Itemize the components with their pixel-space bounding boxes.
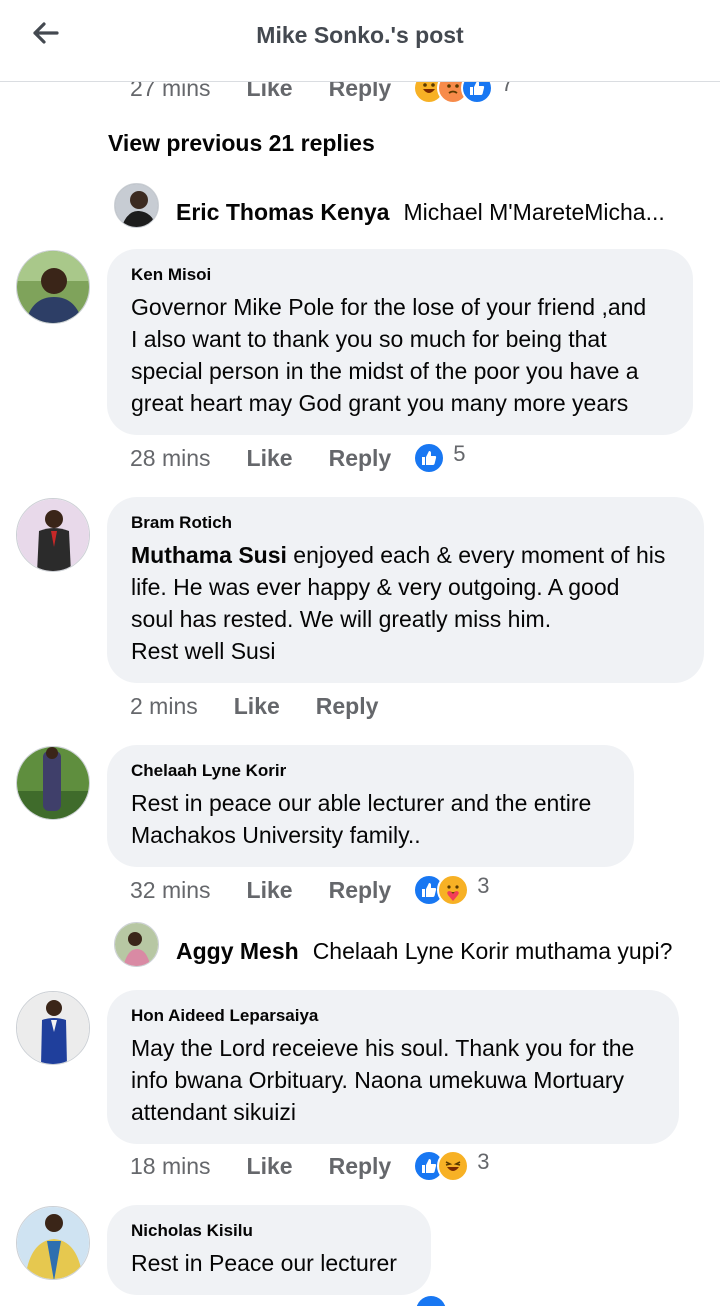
- thumbs-up-icon: [413, 442, 446, 474]
- comment-line: special person in the midst of the poor …: [131, 358, 639, 384]
- comment-line: great heart may God grant you many more …: [131, 390, 629, 416]
- like-button[interactable]: Like: [247, 445, 293, 472]
- like-button[interactable]: Like: [234, 693, 280, 720]
- comment-bubble: Ken Misoi Governor Mike Pole for the los…: [107, 249, 693, 435]
- comment-bubble: Bram Rotich Muthama Susi enjoyed each & …: [107, 497, 704, 683]
- comment-line: Governor Mike Pole for the lose of your …: [131, 294, 647, 320]
- avatar[interactable]: [16, 1206, 90, 1280]
- reaction-count: 3: [477, 873, 490, 898]
- care-emoji-icon: [437, 874, 470, 906]
- haha-emoji-icon: [437, 1150, 470, 1182]
- view-previous-replies-link[interactable]: View previous 21 replies: [108, 130, 375, 157]
- avatar[interactable]: [16, 746, 90, 820]
- comment-text: Muthama Susi enjoyed each & every moment…: [131, 539, 682, 667]
- page-title: Mike Sonko.'s post: [256, 22, 464, 48]
- avatar[interactable]: [16, 991, 90, 1065]
- reply-preview[interactable]: Eric Thomas Kenya Michael M'MareteMicha.…: [114, 189, 665, 235]
- avatar[interactable]: [16, 250, 90, 324]
- reply-author[interactable]: Eric Thomas Kenya: [176, 199, 389, 226]
- like-button[interactable]: Like: [247, 1153, 293, 1180]
- comment-line: I also want to thank you so much for bei…: [131, 326, 607, 352]
- reaction-summary[interactable]: 5: [413, 441, 466, 474]
- reply-author[interactable]: Aggy Mesh: [176, 938, 299, 965]
- mention-link[interactable]: Muthama Susi: [131, 542, 287, 568]
- reply-preview[interactable]: Aggy Mesh Chelaah Lyne Korir muthama yup…: [114, 928, 672, 974]
- comment-meta: 32 mins Like Reply 3: [130, 873, 489, 907]
- comment-time: 18 mins: [130, 1152, 211, 1179]
- comment-line: Machakos University family..: [131, 822, 421, 848]
- comment-line-text: enjoyed each & every moment of his: [286, 542, 666, 568]
- comment-line: attendant sikuizi: [131, 1099, 296, 1125]
- comment-bubble: Hon Aideed Leparsaiya May the Lord recei…: [107, 990, 679, 1144]
- reply-snippet: Michael M'MareteMicha...: [403, 198, 665, 225]
- avatar[interactable]: [16, 498, 90, 572]
- reaction-count: 5: [453, 441, 466, 466]
- comment-bubble: Nicholas Kisilu Rest in Peace our lectur…: [107, 1205, 431, 1295]
- comment-line: Muthama Susi enjoyed each & every moment…: [131, 539, 682, 571]
- reply-snippet: Chelaah Lyne Korir muthama yupi?: [312, 937, 673, 964]
- reaction-count: 3: [477, 1149, 490, 1174]
- comment-bubble: Chelaah Lyne Korir Rest in peace our abl…: [107, 745, 634, 867]
- like-button[interactable]: Like: [247, 877, 293, 904]
- thumbs-up-icon: [416, 1296, 446, 1306]
- comment-author[interactable]: Chelaah Lyne Korir: [131, 761, 612, 781]
- comment-text: May the Lord receieve his soul. Thank yo…: [131, 1032, 657, 1128]
- comment-line: May the Lord receieve his soul. Thank yo…: [131, 1035, 635, 1061]
- reply-button[interactable]: Reply: [316, 693, 379, 720]
- reaction-summary[interactable]: 3: [413, 873, 490, 906]
- reply-button[interactable]: Reply: [329, 445, 392, 472]
- reply-button[interactable]: Reply: [329, 1153, 392, 1180]
- reply-button[interactable]: Reply: [329, 877, 392, 904]
- comment-author[interactable]: Nicholas Kisilu: [131, 1221, 409, 1241]
- comment-time: 32 mins: [130, 876, 211, 903]
- comment-line: life. He was ever happy & very outgoing.…: [131, 574, 620, 600]
- comment-line: Rest in peace our able lecturer and the …: [131, 790, 592, 816]
- comment-line: info bwana Orbituary. Naona umekuwa Mort…: [131, 1067, 625, 1093]
- comment-text: Rest in Peace our lecturer: [131, 1247, 409, 1279]
- comment-author[interactable]: Bram Rotich: [131, 513, 682, 533]
- top-bar: Mike Sonko.'s post: [0, 0, 720, 82]
- comment-time: 28 mins: [130, 444, 211, 471]
- comment-text: Rest in peace our able lecturer and the …: [131, 787, 612, 851]
- comment-line: Rest well Susi: [131, 638, 276, 664]
- comment-text: Governor Mike Pole for the lose of your …: [131, 291, 671, 419]
- comment-time: 2 mins: [130, 692, 198, 719]
- comment-line: Rest in Peace our lecturer: [131, 1250, 397, 1276]
- comment-meta: 28 mins Like Reply 5: [130, 441, 465, 475]
- comment-meta: 18 mins Like Reply 3: [130, 1149, 489, 1183]
- comment-meta: 2 mins Like Reply: [130, 689, 378, 723]
- comment-author[interactable]: Hon Aideed Leparsaiya: [131, 1006, 657, 1026]
- comment-author[interactable]: Ken Misoi: [131, 265, 671, 285]
- reaction-summary[interactable]: 3: [413, 1149, 490, 1182]
- comment-line: soul has rested. We will greatly miss hi…: [131, 606, 552, 632]
